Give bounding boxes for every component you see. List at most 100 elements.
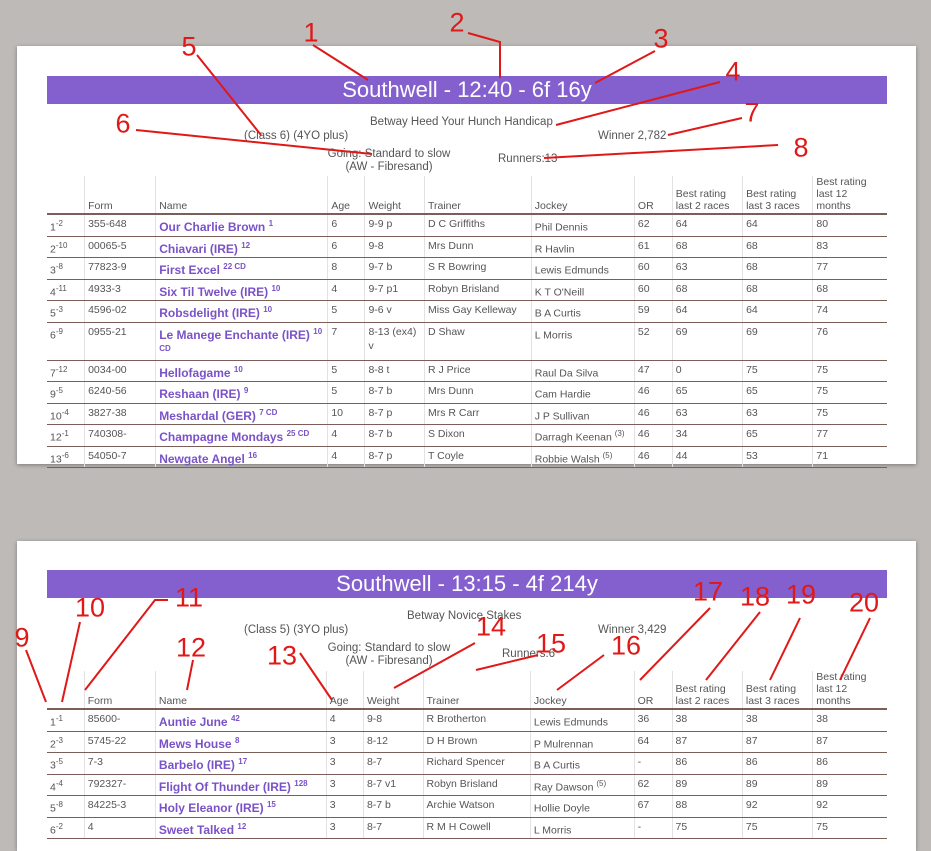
cell-official-rating: 36 (633, 709, 672, 732)
position-draw: -12 (55, 364, 68, 374)
cell-position: 6-9 (47, 322, 85, 361)
horse-name-link[interactable]: Meshardal (GER) (159, 409, 256, 423)
horse-days-since-run: 12 (241, 240, 251, 250)
horse-name-link[interactable]: Holy Eleanor (IRE) (159, 801, 264, 815)
annotation-number-14: 14 (475, 611, 507, 642)
jockey-name: R Havlin (534, 243, 575, 255)
header-best-12: Best rating last 12 months (812, 176, 887, 215)
horse-days-since-run: 42 (230, 714, 240, 723)
header-age: Age (327, 176, 365, 215)
cell-horse-name: Robsdelight (IRE) 10 (155, 300, 328, 323)
cell-trainer: T Coyle (423, 446, 532, 468)
position-draw: -8 (55, 262, 63, 271)
cell-trainer: D H Brown (422, 731, 531, 753)
cell-position: 4-11 (47, 279, 85, 301)
table-row: 1-2 355-648 Our Charlie Brown 1 6 9-9 pD C G… (47, 214, 887, 237)
cell-trainer: Robyn Brisland (422, 774, 531, 796)
horse-name-link[interactable]: Champagne Mondays (159, 430, 283, 444)
table-row: 10-4 3827-38 Meshardal (GER) 7 CD 10 8-7 p Mr… (47, 403, 887, 425)
cell-position: 10-4 (47, 403, 85, 425)
cell-position: 7-12 (47, 360, 85, 382)
cell-horse-name: Sweet Talked 12 (154, 817, 327, 839)
cell-jockey: B A Curtis (529, 752, 635, 775)
cell-age: 4 (327, 279, 365, 301)
cell-trainer: S Dixon (423, 424, 532, 447)
horse-days-since-run: 25 CD (286, 429, 310, 438)
horse-name-link[interactable]: Mews House (159, 737, 232, 751)
cell-form: 85600- (83, 709, 156, 732)
race-going: Going: Standard to slow (AW - Fibresand) (327, 148, 451, 173)
cell-best-2: 63 (671, 403, 743, 425)
horse-name-link[interactable]: Le Manege Enchante (IRE) (159, 328, 310, 342)
header-name: Name (155, 176, 328, 215)
horse-name-link[interactable]: Hellofagame (159, 366, 230, 380)
jockey-name: L Morris (534, 329, 573, 341)
horse-days-since-run: 15 (266, 800, 276, 809)
cell-age: 10 (327, 403, 365, 425)
cell-best-2: 69 (671, 322, 743, 361)
cell-official-rating: 52 (633, 322, 673, 361)
horse-days-since-run: 10 (233, 364, 243, 374)
cell-age: 3 (325, 731, 364, 753)
cell-best-12: 87 (812, 731, 887, 753)
cell-official-rating: 60 (633, 257, 673, 280)
cell-weight: 8-7 p (364, 446, 425, 468)
cell-trainer: Archie Watson (422, 795, 531, 818)
cell-trainer: Mrs Dunn (423, 381, 532, 404)
cell-form: 792327- (83, 774, 156, 796)
horse-name-link[interactable]: Six Til Twelve (IRE) (159, 285, 268, 299)
cell-age: 4 (327, 446, 365, 468)
cell-weight: 9-9 p (364, 214, 425, 237)
cell-trainer: Robyn Brisland (423, 279, 532, 301)
table-header-row: Form Name Age Weight Trainer Jockey OR Best rat… (47, 671, 887, 710)
runners-table: Form Name Age Weight Trainer Jockey OR Best rat… (47, 671, 887, 839)
cell-form: 84225-3 (83, 795, 156, 818)
annotation-number-1: 1 (303, 17, 319, 48)
header-form: Form (84, 176, 156, 215)
cell-trainer: D Shaw (423, 322, 532, 361)
cell-form: 3827-38 (84, 403, 156, 425)
cell-age: 6 (327, 214, 365, 237)
cell-best-12: 77 (812, 424, 887, 447)
cell-horse-name: Barbelo (IRE) 17 (154, 752, 327, 775)
cell-weight: 8-12 (362, 731, 424, 753)
jockey-name: J P Sullivan (534, 410, 590, 422)
horse-days-since-run: 22 CD (223, 262, 246, 271)
horse-name-link[interactable]: Robsdelight (IRE) (159, 306, 260, 320)
cell-form: 6240-56 (84, 381, 156, 404)
annotation-number-9: 9 (14, 622, 30, 653)
cell-official-rating: 46 (633, 446, 673, 468)
cell-age: 6 (327, 236, 365, 258)
cell-jockey: L Morris (529, 817, 635, 839)
cell-horse-name: Chiavari (IRE) 12 (155, 236, 328, 258)
position-draw: -4 (55, 778, 63, 788)
horse-name-link[interactable]: Barbelo (IRE) (159, 758, 235, 772)
horse-name-link[interactable]: Sweet Talked (159, 823, 234, 837)
horse-name-link[interactable]: Chiavari (IRE) (159, 242, 238, 256)
horse-name-link[interactable]: First Excel (159, 263, 220, 277)
position-draw: -10 (55, 240, 68, 250)
horse-name-link[interactable]: Auntie June (159, 715, 228, 729)
cell-jockey: J P Sullivan (530, 403, 635, 425)
horse-name-link[interactable]: Newgate Angel (159, 452, 245, 466)
cell-best-2: 38 (671, 709, 743, 732)
cell-best-12: 75 (812, 403, 887, 425)
jockey-name: P Mulrennan (533, 738, 594, 750)
cell-position: 3-5 (47, 752, 85, 775)
cell-form: 4596-02 (84, 300, 156, 323)
jockey-name: Lewis Edmunds (533, 716, 609, 729)
cell-form: 4933-3 (84, 279, 156, 301)
cell-position: 13-6 (47, 446, 85, 468)
cell-best-12: 68 (812, 279, 887, 301)
header-best-2: Best rating last 2 races (671, 671, 743, 710)
position-draw: -3 (55, 735, 63, 745)
cell-best-12: 83 (812, 236, 887, 258)
cell-official-rating: 62 (633, 214, 673, 237)
horse-name-link[interactable]: Reshaan (IRE) (159, 387, 240, 401)
cell-best-3: 89 (741, 774, 813, 796)
horse-name-link[interactable]: Flight Of Thunder (IRE) (159, 780, 291, 794)
cell-age: 5 (327, 360, 365, 382)
horse-name-link[interactable]: Our Charlie Brown (159, 220, 265, 234)
table-row: 5-3 4596-02 Robsdelight (IRE) 10 5 9-6 v Miss… (47, 300, 887, 323)
cell-horse-name: Reshaan (IRE) 9 (155, 381, 328, 404)
